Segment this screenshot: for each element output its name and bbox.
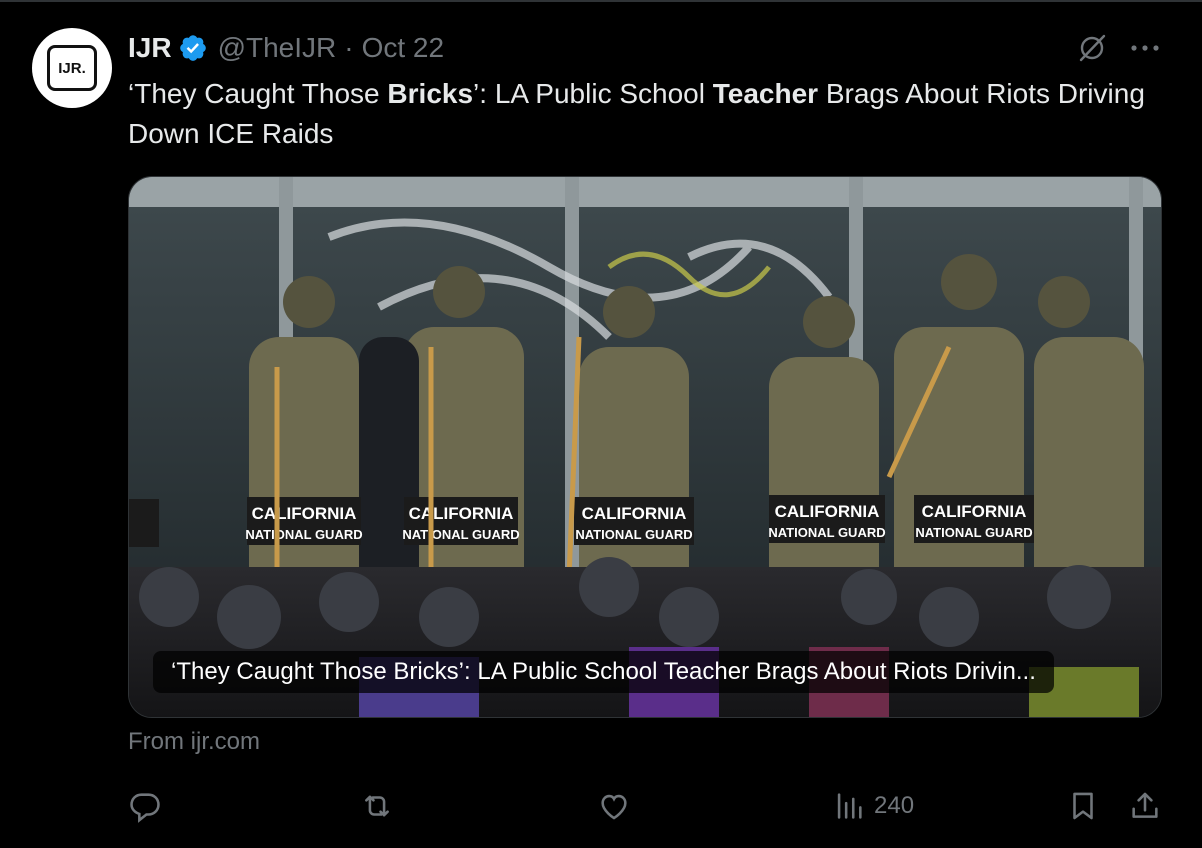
views-button[interactable]: 240	[832, 784, 914, 828]
reply-icon	[130, 793, 160, 823]
more-icon[interactable]	[1128, 38, 1162, 58]
avatar[interactable]: IJR.	[32, 28, 112, 108]
like-button[interactable]	[597, 784, 639, 828]
link-card[interactable]: CALIFORNIA NATIONAL GUARD CALIFORNIA NAT…	[128, 176, 1162, 718]
views-icon	[837, 793, 862, 819]
shield-label: CALIFORNIA	[922, 502, 1027, 521]
shield-label: NATIONAL GUARD	[575, 527, 692, 542]
tweet-text-part: ’: LA Public School	[473, 78, 713, 109]
views-count: 240	[874, 792, 915, 819]
grok-icon[interactable]	[1076, 32, 1108, 64]
tweet-text-part: ‘They Caught Those	[128, 78, 388, 109]
tweet-header: IJR @TheIJR · Oct 22	[128, 30, 444, 66]
shield-label: NATIONAL GUARD	[768, 525, 885, 540]
tweet-text-bold: Bricks	[387, 78, 474, 109]
retweet-icon	[365, 795, 389, 817]
bookmark-icon	[1073, 792, 1093, 820]
share-icon	[1132, 792, 1158, 818]
shield-label: CALIFORNIA	[409, 504, 514, 523]
bookmark-button[interactable]	[1066, 784, 1100, 828]
card-source[interactable]: From ijr.com	[128, 728, 260, 756]
tweet-text: ‘They Caught Those Bricks’: LA Public Sc…	[128, 74, 1158, 154]
card-photo: CALIFORNIA NATIONAL GUARD CALIFORNIA NAT…	[129, 177, 1161, 717]
shield-label: NATIONAL GUARD	[245, 527, 362, 542]
shield-label: NATIONAL GUARD	[915, 525, 1032, 540]
shield-label: CALIFORNIA	[252, 504, 357, 523]
shield-label: CALIFORNIA	[775, 502, 880, 521]
author-name[interactable]: IJR	[128, 32, 172, 64]
header-separator: ·	[344, 32, 354, 63]
action-bar: 240	[128, 784, 1162, 828]
like-icon	[601, 794, 627, 820]
author-handle[interactable]: @TheIJR	[218, 32, 337, 64]
tweet-text-bold: Teacher	[712, 78, 819, 109]
card-title: ‘They Caught Those Bricks’: LA Public Sc…	[153, 651, 1054, 693]
top-divider	[0, 0, 1202, 2]
avatar-logo: IJR.	[47, 45, 97, 91]
share-button[interactable]	[1128, 784, 1162, 828]
reply-button[interactable]	[128, 784, 170, 828]
verified-badge-icon	[179, 35, 206, 61]
shield-label: CALIFORNIA	[582, 504, 687, 523]
retweet-button[interactable]	[360, 784, 402, 828]
shield-label: NATIONAL GUARD	[402, 527, 519, 542]
tweet-date[interactable]: Oct 22	[362, 32, 444, 64]
